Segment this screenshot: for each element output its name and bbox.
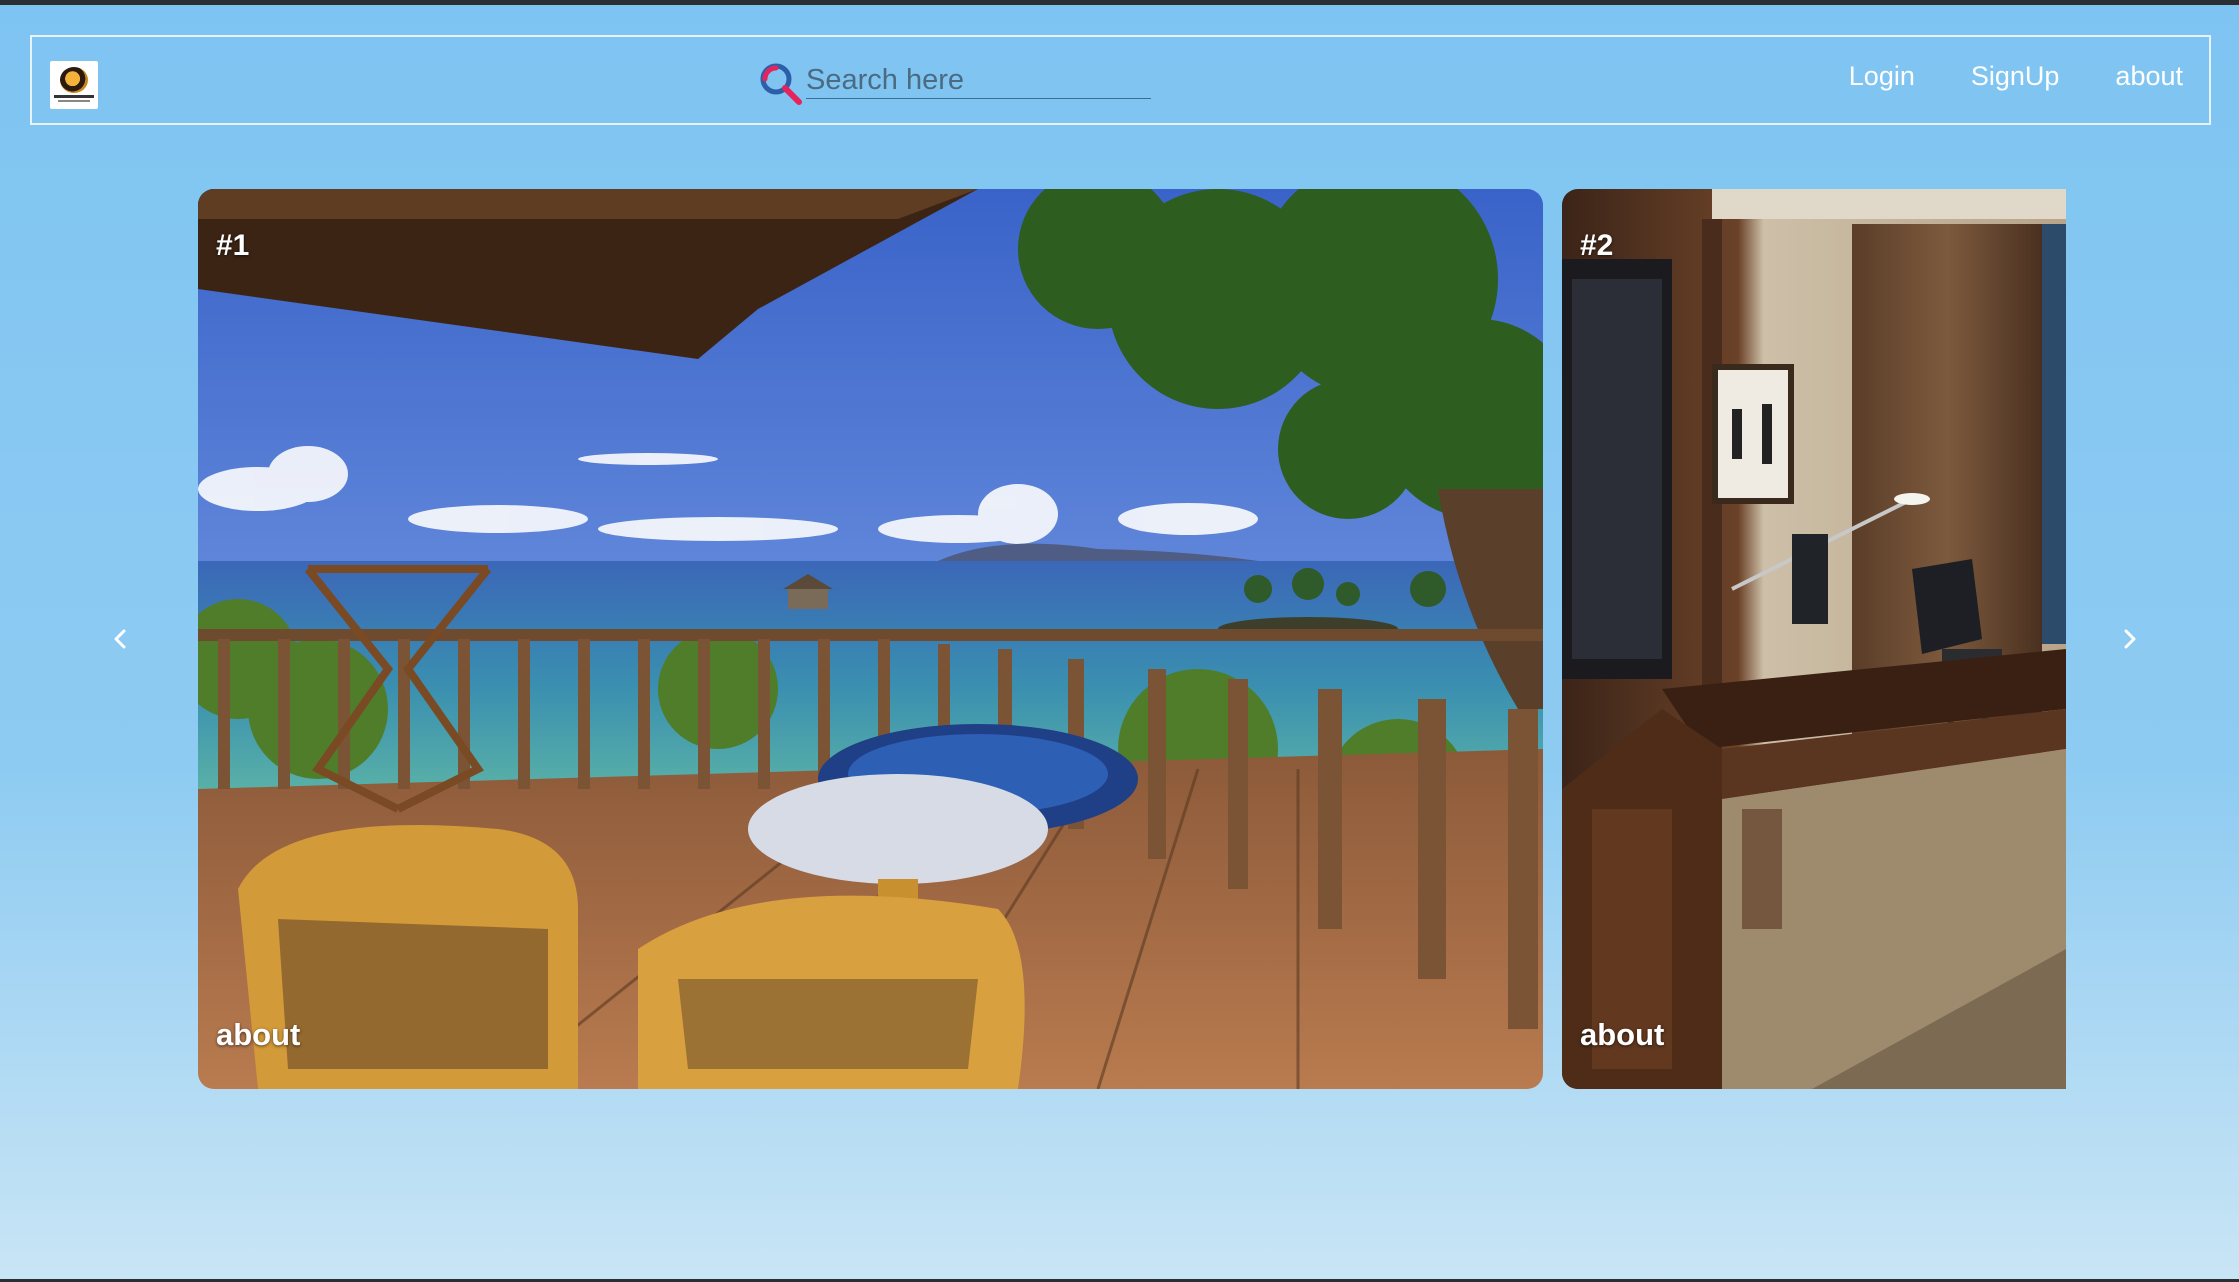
beach-terrace-photo [198, 189, 1543, 1089]
slide-rank: #2 [1580, 229, 1614, 262]
chevron-left-icon[interactable] [100, 619, 140, 659]
hotel-logo-icon[interactable] [50, 61, 98, 109]
navbar: Login SignUp about [30, 35, 2211, 125]
search-icon[interactable] [756, 59, 806, 109]
slide-caption[interactable]: about [1580, 1017, 1664, 1053]
chevron-right-icon[interactable] [2110, 619, 2150, 659]
search-input[interactable] [806, 63, 1151, 99]
logo-wordmark [54, 95, 94, 98]
hotel-room-desk-photo [1562, 189, 2066, 1089]
signup-link[interactable]: SignUp [1971, 61, 2060, 92]
carousel-slide-2[interactable]: #2 about [1562, 189, 2066, 1089]
slide-rank: #1 [216, 229, 250, 262]
carousel-slide-1[interactable]: #1 about [198, 189, 1543, 1089]
featured-carousel: #1 about #2 about [0, 189, 2239, 1089]
about-link[interactable]: about [2115, 61, 2183, 92]
logo-tagline [58, 100, 90, 102]
nav-links: Login SignUp about [1849, 61, 2183, 92]
login-link[interactable]: Login [1849, 61, 1915, 92]
slide-caption[interactable]: about [216, 1017, 300, 1053]
top-window-edge [0, 0, 2239, 5]
logo-emblem [60, 67, 88, 93]
search-bar [756, 57, 1161, 107]
